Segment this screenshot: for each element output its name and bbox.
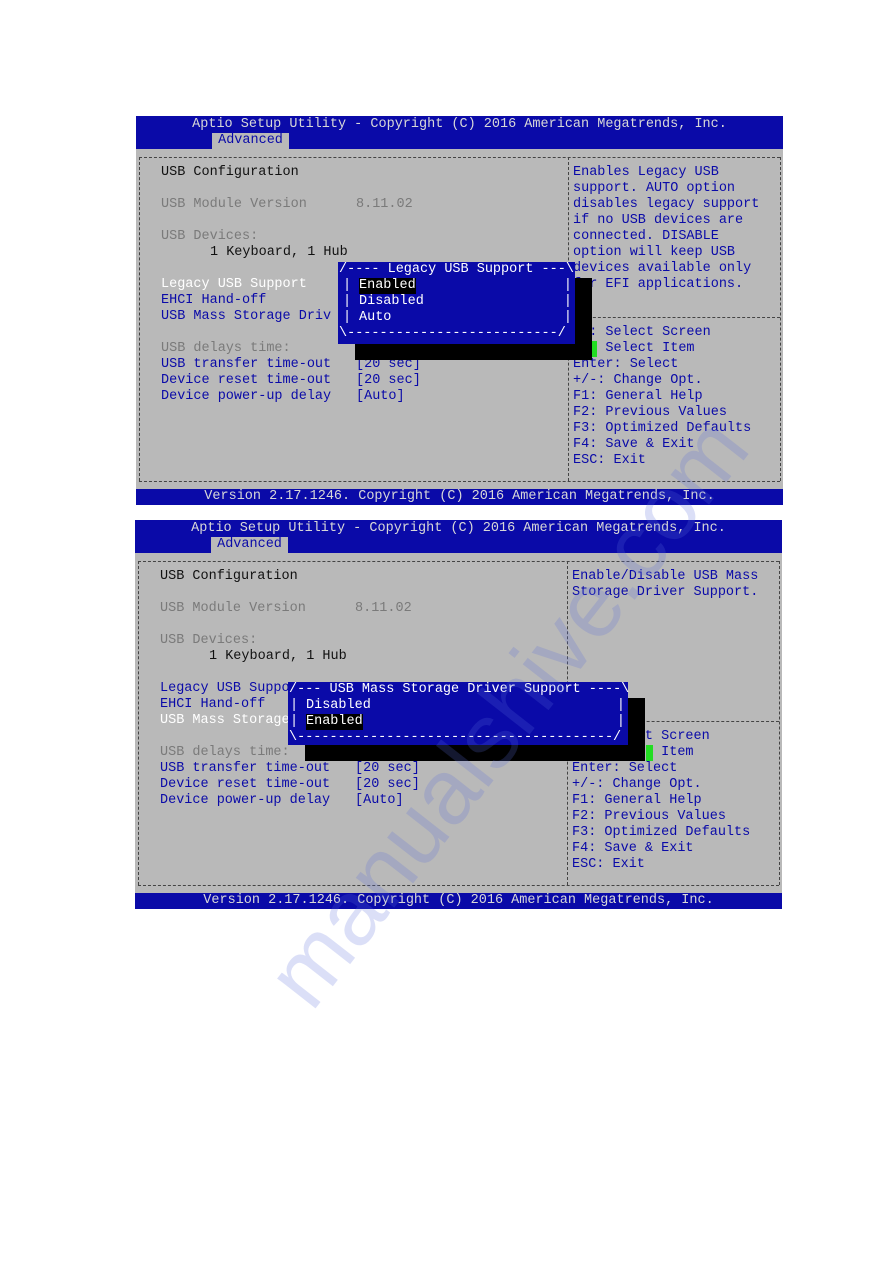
popup-frame-right: | bbox=[616, 714, 625, 729]
setting-label[interactable]: Device power-up delay bbox=[160, 793, 330, 809]
options-popup: /---- Legacy USB Support ---\ | | Enabled | |… bbox=[338, 262, 575, 344]
key-hint: ESC: Exit bbox=[573, 453, 646, 468]
setting-label[interactable]: Device reset time-out bbox=[161, 373, 331, 389]
key-hint: ESC: Exit bbox=[572, 857, 645, 872]
setting-value[interactable]: [20 sec] bbox=[355, 777, 420, 793]
bottom-border bbox=[139, 481, 780, 482]
footer-bar: Version 2.17.1246. Copyright (C) 2016 Am… bbox=[136, 489, 783, 505]
popup-frame: ---\ bbox=[533, 262, 574, 277]
key-hint: F1: General Help bbox=[572, 793, 702, 808]
help-text: connected. DISABLE bbox=[573, 229, 719, 244]
window-title: Aptio Setup Utility - Copyright (C) 2016… bbox=[192, 117, 727, 132]
key-hint: +/-: Change Opt. bbox=[572, 777, 702, 792]
setting-label: 1 Keyboard, 1 Hub bbox=[210, 245, 348, 260]
setting-value[interactable]: [Auto] bbox=[355, 793, 404, 809]
key-hint: F4: Save & Exit bbox=[573, 437, 695, 452]
left-border bbox=[138, 561, 139, 885]
popup-frame-right: | bbox=[563, 294, 572, 309]
popup-frame-left: | bbox=[343, 310, 352, 325]
setting-label: 1 Keyboard, 1 Hub bbox=[209, 649, 347, 664]
setting-label: USB Module Version bbox=[160, 601, 306, 616]
cursor-block bbox=[646, 745, 653, 761]
key-hint: →←: Select Screen bbox=[573, 325, 711, 340]
help-text: Enables Legacy USB bbox=[573, 165, 719, 180]
popup-title: USB Mass Storage Driver Support bbox=[329, 682, 581, 697]
help-text: devices available only bbox=[573, 261, 752, 276]
setting-label: USB Devices: bbox=[160, 633, 258, 648]
setting-label[interactable]: Device power-up delay bbox=[161, 389, 331, 405]
setting-label[interactable]: USB Mass Storage bbox=[160, 713, 290, 729]
popup-option[interactable]: Disabled bbox=[359, 294, 424, 310]
setting-label[interactable]: EHCI Hand-off bbox=[161, 293, 266, 309]
popup-frame-left: | bbox=[343, 294, 352, 309]
popup-frame-right: | bbox=[563, 278, 572, 293]
key-hint: F1: General Help bbox=[573, 389, 703, 404]
key-hint: F3: Optimized Defaults bbox=[572, 825, 751, 840]
popup-bottom-line: \--------------------------/ bbox=[339, 326, 566, 341]
popup-frame: ----\ bbox=[580, 682, 630, 697]
popup-frame: /---- bbox=[339, 262, 388, 277]
right-border bbox=[779, 561, 780, 885]
setting-value[interactable]: [20 sec] bbox=[355, 761, 420, 777]
key-hint: F2: Previous Values bbox=[572, 809, 726, 824]
popup-title-line: /---- Legacy USB Support ---\ bbox=[339, 262, 574, 278]
setting-label[interactable]: USB Mass Storage Driv bbox=[161, 309, 331, 325]
popup-frame: /--- bbox=[289, 682, 330, 697]
help-text: option will keep USB bbox=[573, 245, 736, 260]
key-hint: F4: Save & Exit bbox=[572, 841, 694, 856]
setting-label: USB Module Version bbox=[161, 197, 307, 212]
help-text: disables legacy support bbox=[573, 197, 760, 212]
popup-title: Legacy USB Support bbox=[387, 262, 534, 277]
popup-frame-left: | bbox=[290, 714, 299, 729]
popup-option[interactable]: Enabled bbox=[306, 714, 363, 730]
popup-bottom-line: \---------------------------------------… bbox=[289, 730, 622, 745]
setting-value[interactable]: [Auto] bbox=[356, 389, 405, 405]
help-text: Storage Driver Support. bbox=[572, 585, 759, 600]
help-text: if no USB devices are bbox=[573, 213, 744, 228]
setting-label[interactable]: Legacy USB Suppo bbox=[160, 681, 290, 697]
setting-label[interactable]: USB transfer time-out bbox=[161, 357, 331, 373]
bottom-border bbox=[138, 885, 779, 886]
right-border bbox=[780, 157, 781, 481]
key-hint: F3: Optimized Defaults bbox=[573, 421, 752, 436]
key-hint: +/-: Change Opt. bbox=[573, 373, 703, 388]
top-border bbox=[138, 561, 779, 562]
popup-frame-left: | bbox=[343, 278, 352, 293]
popup-title-line: /--- USB Mass Storage Driver Support ---… bbox=[289, 682, 629, 698]
popup-frame-right: | bbox=[563, 310, 572, 325]
help-text: support. AUTO option bbox=[573, 181, 736, 196]
setting-label: USB Devices: bbox=[161, 229, 259, 244]
setting-value: 8.11.02 bbox=[355, 601, 412, 616]
setting-label[interactable]: Legacy USB Support bbox=[161, 277, 307, 293]
popup-option[interactable]: Auto bbox=[359, 310, 391, 326]
top-border bbox=[139, 157, 780, 158]
popup-option[interactable]: Enabled bbox=[359, 278, 416, 294]
options-popup: /--- USB Mass Storage Driver Support ---… bbox=[288, 682, 629, 745]
help-text: Enable/Disable USB Mass bbox=[572, 569, 759, 584]
tab-advanced[interactable]: Advanced bbox=[212, 133, 289, 149]
window-title: Aptio Setup Utility - Copyright (C) 2016… bbox=[191, 521, 726, 536]
popup-frame-right: | bbox=[616, 698, 625, 713]
footer-bar: Version 2.17.1246. Copyright (C) 2016 Am… bbox=[135, 893, 782, 909]
setting-label[interactable]: USB transfer time-out bbox=[160, 761, 330, 777]
setting-value[interactable]: [20 sec] bbox=[356, 373, 421, 389]
left-border bbox=[139, 157, 140, 481]
setting-label: USB Configuration bbox=[160, 569, 298, 584]
setting-label: USB delays time: bbox=[161, 341, 291, 356]
popup-frame-left: | bbox=[290, 698, 299, 713]
key-hint: F2: Previous Values bbox=[573, 405, 727, 420]
setting-label[interactable]: Device reset time-out bbox=[160, 777, 330, 793]
setting-value: 8.11.02 bbox=[356, 197, 413, 212]
help-text: for EFI applications. bbox=[573, 277, 744, 292]
bios-screen: Aptio Setup Utility - Copyright (C) 2016… bbox=[136, 116, 783, 505]
key-hint: Enter: Select bbox=[572, 761, 678, 776]
bios-screen: Aptio Setup Utility - Copyright (C) 2016… bbox=[135, 520, 782, 909]
setting-label: USB delays time: bbox=[160, 745, 290, 760]
setting-label[interactable]: EHCI Hand-off bbox=[160, 697, 265, 713]
setting-label: USB Configuration bbox=[161, 165, 299, 180]
popup-option[interactable]: Disabled bbox=[306, 698, 371, 714]
help-divider bbox=[568, 317, 780, 318]
tab-advanced[interactable]: Advanced bbox=[211, 537, 288, 553]
